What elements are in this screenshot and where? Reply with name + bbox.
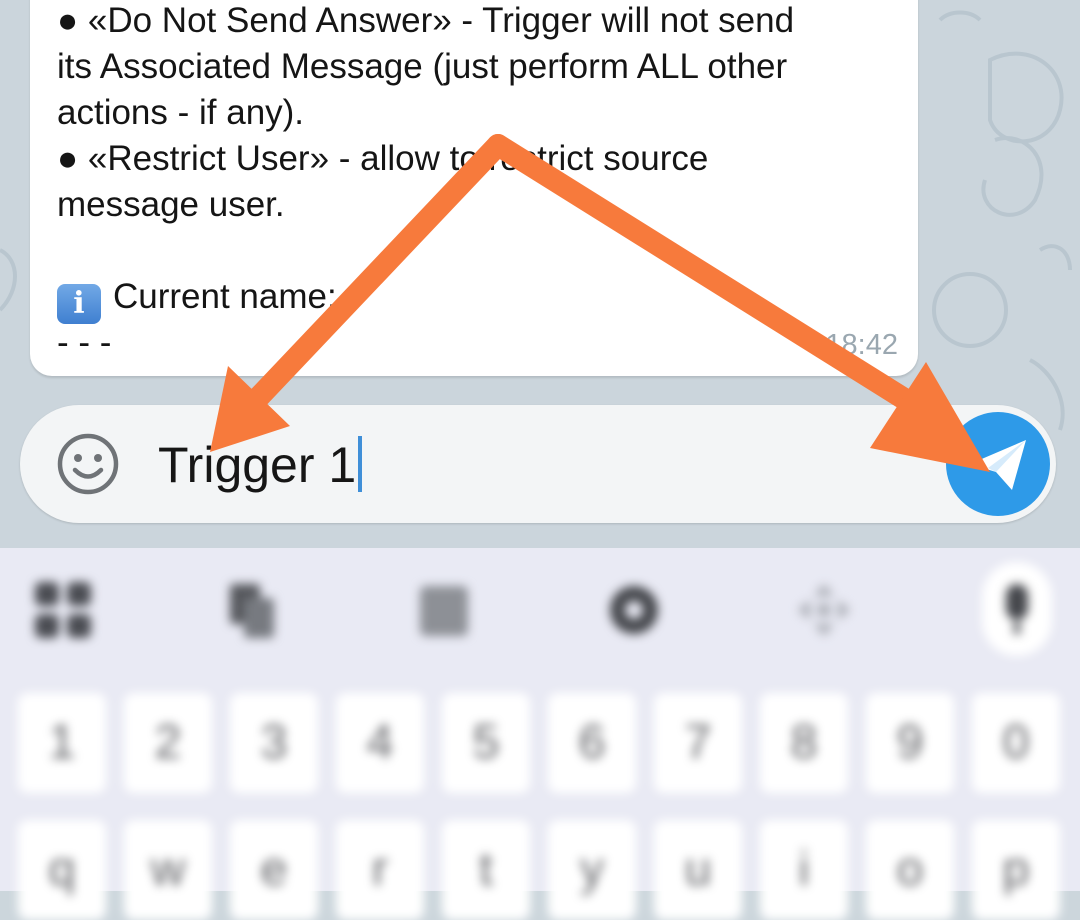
message-line: its Associated Message (just perform ALL… [57, 47, 788, 86]
key-6[interactable]: 6 [548, 693, 636, 793]
key-0[interactable]: 0 [972, 693, 1060, 793]
info-icon: i [57, 284, 101, 324]
clipboard-icon[interactable] [222, 580, 282, 640]
keyboard-layout-icon[interactable] [414, 580, 474, 640]
message-input[interactable]: Trigger 1 [158, 435, 363, 495]
current-name-label: Current name: [113, 277, 337, 316]
key-p[interactable]: p [972, 820, 1060, 920]
key-e[interactable]: e [230, 820, 318, 920]
key-5[interactable]: 5 [442, 693, 530, 793]
on-screen-keyboard: 1 2 3 4 5 6 7 8 9 0 q w e r t y u i o p [0, 548, 1080, 920]
key-1[interactable]: 1 [18, 693, 106, 793]
message-input-bar[interactable]: Trigger 1 [20, 405, 1056, 523]
message-text: ● «Do Not Send Answer» - Trigger will no… [57, 0, 897, 366]
key-o[interactable]: o [866, 820, 954, 920]
message-line: message user. [57, 185, 285, 224]
send-paper-plane-icon [970, 440, 1026, 490]
cursor-move-icon[interactable] [794, 580, 854, 640]
message-input-value: Trigger 1 [158, 437, 357, 493]
settings-gear-icon[interactable] [604, 580, 664, 640]
key-r[interactable]: r [336, 820, 424, 920]
key-4[interactable]: 4 [336, 693, 424, 793]
key-7[interactable]: 7 [654, 693, 742, 793]
apps-grid-icon[interactable] [33, 580, 93, 640]
key-w[interactable]: w [124, 820, 212, 920]
message-time: 18:42 [825, 329, 898, 361]
microphone-icon[interactable] [982, 562, 1052, 656]
message-line: ● «Do Not Send Answer» - Trigger will no… [57, 1, 795, 40]
smiley-icon[interactable] [56, 432, 120, 496]
message-bubble: ● «Do Not Send Answer» - Trigger will no… [30, 0, 918, 376]
key-2[interactable]: 2 [124, 693, 212, 793]
text-caret [358, 436, 363, 492]
message-line: actions - if any). [57, 93, 305, 132]
key-q[interactable]: q [18, 820, 106, 920]
key-y[interactable]: y [548, 820, 636, 920]
send-button[interactable] [946, 412, 1050, 516]
message-line: ● «Restrict User» - allow to restrict so… [57, 139, 709, 178]
key-t[interactable]: t [442, 820, 530, 920]
key-i[interactable]: i [760, 820, 848, 920]
key-u[interactable]: u [654, 820, 742, 920]
current-name-line: i Current name: [57, 274, 897, 324]
key-3[interactable]: 3 [230, 693, 318, 793]
separator-text: - - - [57, 323, 112, 362]
key-8[interactable]: 8 [760, 693, 848, 793]
key-9[interactable]: 9 [866, 693, 954, 793]
